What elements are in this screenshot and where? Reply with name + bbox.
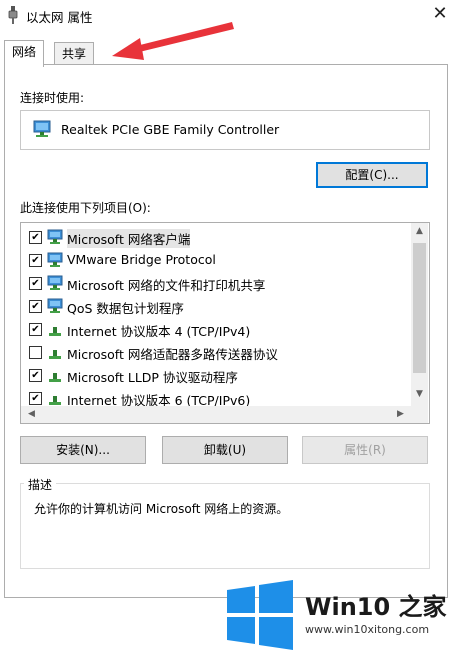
checkbox[interactable] [29, 346, 42, 359]
adapter-box: Realtek PCIe GBE Family Controller [20, 110, 430, 150]
list-item[interactable]: ✔ VMware Bridge Protocol [21, 249, 411, 272]
network-service-icon [47, 252, 63, 267]
adapter-name: Realtek PCIe GBE Family Controller [61, 122, 280, 137]
configure-button[interactable]: 配置(C)... [316, 162, 428, 188]
network-adapter-icon [33, 120, 51, 137]
scrollbar-corner [411, 406, 428, 423]
checkbox[interactable]: ✔ [29, 392, 42, 405]
item-label: Microsoft LLDP 协议驱动程序 [67, 370, 238, 385]
scroll-thumb[interactable] [413, 243, 426, 373]
list-item[interactable]: Microsoft 网络适配器多路传送器协议 [21, 341, 411, 364]
scroll-up-icon[interactable]: ▲ [411, 226, 428, 236]
list-item[interactable]: ✔ QoS 数据包计划程序 [21, 295, 411, 318]
watermark-url: www.win10xitong.com [305, 623, 430, 636]
window-title: 以太网 属性 [26, 10, 93, 25]
network-client-icon [47, 229, 63, 244]
scroll-down-icon[interactable]: ▼ [411, 389, 428, 399]
properties-button[interactable]: 属性(R) [302, 436, 428, 464]
protocol-icon [49, 327, 61, 336]
checkbox[interactable]: ✔ [29, 254, 42, 267]
components-list[interactable]: ✔ Microsoft 网络客户端 ✔ VMware Bridge Protoc… [20, 222, 430, 424]
protocol-icon [49, 350, 61, 359]
vertical-scrollbar[interactable]: ▲ ▼ [411, 223, 428, 406]
list-item[interactable]: ✔ Microsoft 网络的文件和打印机共享 [21, 272, 411, 295]
windows-logo-icon [227, 580, 293, 650]
item-label: VMware Bridge Protocol [67, 252, 216, 267]
network-service-icon [47, 298, 63, 313]
checkbox[interactable]: ✔ [29, 323, 42, 336]
list-item[interactable]: ✔ Microsoft LLDP 协议驱动程序 [21, 364, 411, 387]
item-label: Internet 协议版本 4 (TCP/IPv4) [67, 324, 251, 339]
horizontal-scrollbar[interactable]: ◀ ▶ [21, 406, 411, 423]
watermark-title: Win10 之家 [305, 593, 447, 621]
connect-using-label: 连接时使用: [20, 91, 85, 105]
checkbox[interactable]: ✔ [29, 231, 42, 244]
network-service-icon [47, 275, 63, 290]
items-label: 此连接使用下列项目(O): [20, 201, 151, 215]
watermark: Win10 之家 www.win10xitong.com [220, 575, 456, 655]
scroll-right-icon[interactable]: ▶ [392, 409, 409, 419]
install-button[interactable]: 安装(N)... [20, 436, 146, 464]
tab-sharing[interactable]: 共享 [54, 42, 95, 65]
description-legend: 描述 [24, 476, 57, 493]
description-group [20, 483, 430, 569]
protocol-icon [49, 396, 61, 405]
item-label: QoS 数据包计划程序 [67, 301, 184, 316]
list-item[interactable]: ✔ Microsoft 网络客户端 [21, 226, 411, 249]
list-item[interactable]: ✔ Internet 协议版本 4 (TCP/IPv4) [21, 318, 411, 341]
network-cable-icon [8, 6, 18, 24]
description-text: 允许你的计算机访问 Microsoft 网络上的资源。 [34, 502, 289, 516]
checkbox[interactable]: ✔ [29, 369, 42, 382]
item-label: Microsoft 网络客户端 [67, 229, 191, 248]
uninstall-button[interactable]: 卸载(U) [162, 436, 288, 464]
protocol-icon [49, 373, 61, 382]
item-label: Microsoft 网络适配器多路传送器协议 [67, 347, 278, 362]
checkbox[interactable]: ✔ [29, 277, 42, 290]
checkbox[interactable]: ✔ [29, 300, 42, 313]
title-bar: 以太网 属性 ✕ [0, 0, 458, 30]
tab-network[interactable]: 网络 [4, 40, 45, 67]
item-label: Microsoft 网络的文件和打印机共享 [67, 278, 266, 293]
close-button[interactable]: ✕ [425, 2, 455, 26]
scroll-left-icon[interactable]: ◀ [23, 409, 40, 419]
